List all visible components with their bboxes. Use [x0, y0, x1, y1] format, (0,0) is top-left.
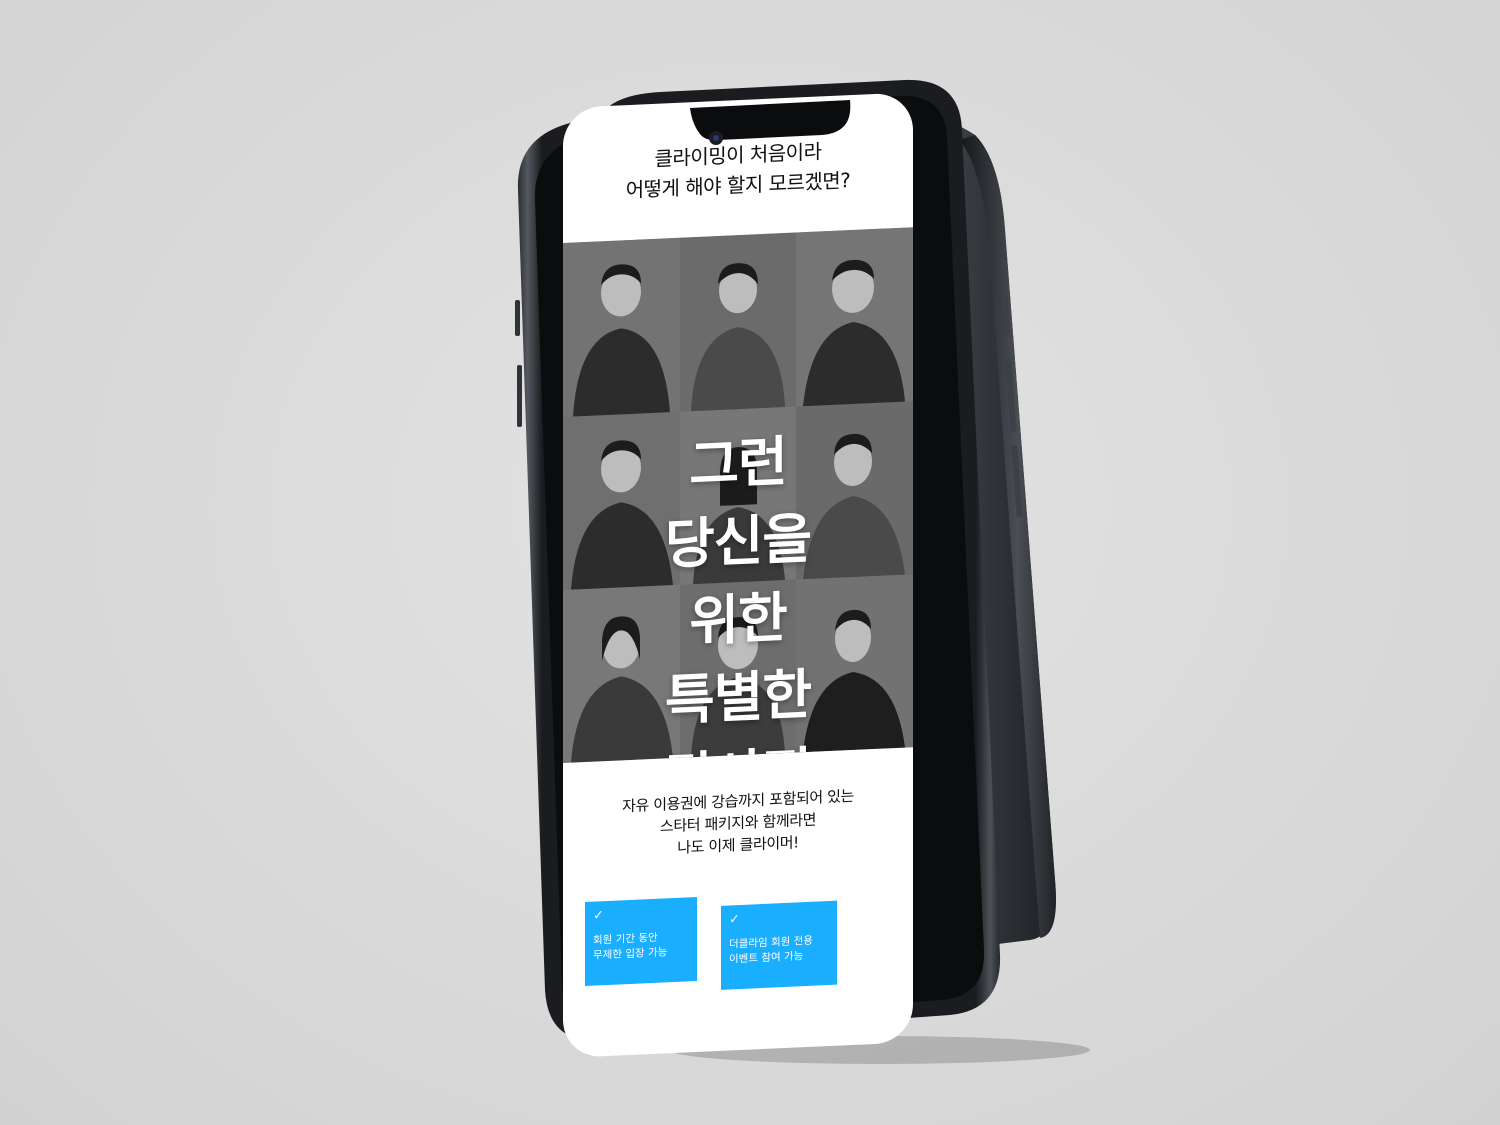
mockup-scene: 클라이밍이 처음이라 어떻게 해야 할지 모르겠면? 그런 당신을 위한 특별한…	[0, 0, 1500, 1125]
notch-overlay	[690, 100, 851, 145]
